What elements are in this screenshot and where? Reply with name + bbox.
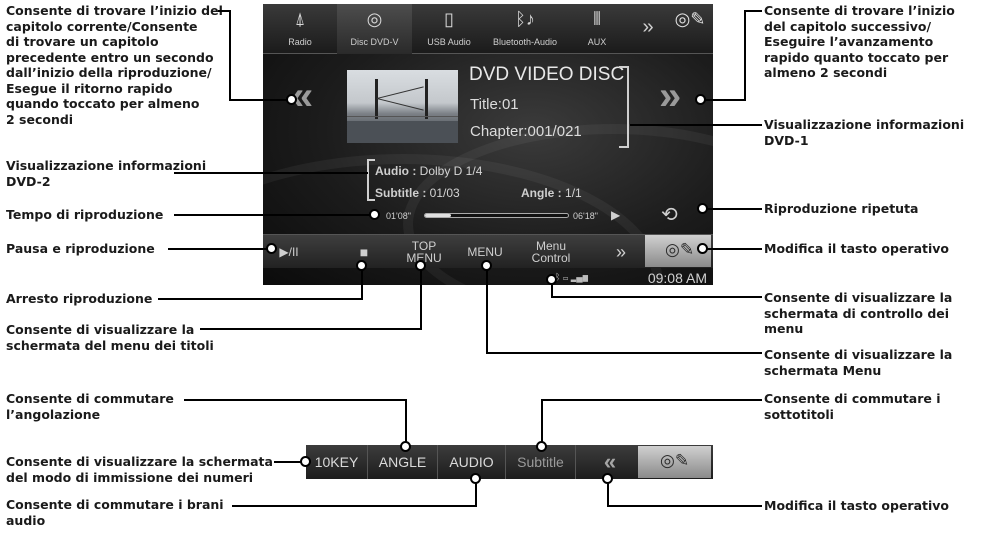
leader-line xyxy=(702,99,746,101)
leader-line xyxy=(705,248,762,250)
leader-line xyxy=(168,248,268,250)
callout-pause-play: Pausa e riproduzione xyxy=(6,241,155,256)
more-sources-button[interactable]: » xyxy=(629,4,667,54)
leader-line xyxy=(232,505,477,507)
progress-bar[interactable] xyxy=(424,213,569,218)
leader-dot xyxy=(697,203,708,214)
callout-previous-chapter: Consente di trovare l’inizio del capitol… xyxy=(6,3,223,127)
chapter-number: Chapter:001/021 xyxy=(470,123,582,140)
disc-icon: ◎ xyxy=(366,9,383,29)
leader-line xyxy=(607,505,762,507)
double-chevron-right-icon: » xyxy=(659,74,681,118)
callout-stop: Arresto riproduzione xyxy=(6,291,153,306)
leader-dot xyxy=(697,243,708,254)
callout-subtitle: Consente di commutare i sottotitoli xyxy=(764,391,941,422)
leader-line xyxy=(420,268,422,330)
leader-line xyxy=(229,99,289,101)
leader-dot xyxy=(536,441,547,452)
subtitle-info: Subtitle : 01/03 xyxy=(375,186,460,200)
aux-connector-icon: ⫴ xyxy=(593,9,601,29)
info1-bracket xyxy=(619,66,629,148)
repeat-button[interactable]: ⟲ xyxy=(661,202,678,227)
menu-control-button[interactable]: Menu Control xyxy=(521,235,581,269)
elapsed-time: 01'08" xyxy=(386,211,411,221)
source-bluetooth[interactable]: ᛒ♪ Bluetooth-Audio xyxy=(485,4,565,54)
leader-dot xyxy=(369,209,380,220)
callout-audio: Consente di commutare i brani audio xyxy=(6,497,224,528)
leader-dot xyxy=(356,260,367,271)
callout-title-menu: Consente di visualizzare la schermata de… xyxy=(6,322,214,353)
source-radio[interactable]: ⍋ Radio xyxy=(265,4,335,54)
disc-wrench-icon: ◎✎ xyxy=(660,451,690,470)
disc-wrench-icon: ◎✎ xyxy=(665,240,695,259)
leader-line xyxy=(174,172,368,174)
leader-line xyxy=(541,399,762,401)
callout-angle: Consente di commutare l’angolazione xyxy=(6,391,174,422)
leader-line xyxy=(361,268,363,300)
dvd-player-screen: ⍋ Radio ◎ Disc DVD-V ▯ USB Audio ᛒ♪ Blue… xyxy=(263,4,713,285)
leader-line xyxy=(744,10,746,100)
alternate-control-bar: 10KEY ANGLE AUDIO Subtitle « ◎✎ xyxy=(306,445,713,479)
leader-line xyxy=(705,208,762,210)
info2-bracket xyxy=(367,159,375,201)
leader-line xyxy=(200,328,422,330)
leader-line xyxy=(486,268,488,354)
title-number: Title:01 xyxy=(470,96,519,113)
leader-line xyxy=(607,480,609,507)
source-usb[interactable]: ▯ USB Audio xyxy=(414,4,484,54)
leader-dot xyxy=(695,94,706,105)
leader-line xyxy=(158,298,363,300)
usb-icon: ▯ xyxy=(444,9,454,29)
next-keys-button[interactable]: » xyxy=(601,235,641,269)
callout-number-input: Consente di visualizzare la schermata de… xyxy=(6,454,273,485)
disc-type-label: DVD VIDEO DISC xyxy=(469,64,625,85)
callout-info1: Visualizzazione informazioni DVD-1 xyxy=(764,117,965,148)
leader-line xyxy=(630,124,762,126)
total-time: 06'18" xyxy=(573,211,598,221)
status-icons: ᛒ ▭ ▂▄▆ xyxy=(555,272,588,282)
next-chapter-button[interactable]: » xyxy=(659,74,681,119)
leader-line xyxy=(184,399,407,401)
leader-line xyxy=(174,214,370,216)
leader-line xyxy=(744,10,762,12)
10key-button[interactable]: 10KEY xyxy=(306,445,368,479)
callout-next-chapter: Consente di trovare l’inizio del capitol… xyxy=(764,3,955,80)
clock: 09:08 AM xyxy=(647,270,707,285)
leader-dot xyxy=(602,473,613,484)
antenna-icon: ⍋ xyxy=(294,9,306,29)
leader-dot xyxy=(415,260,426,271)
repeat-icon: ⟲ xyxy=(661,204,678,226)
setup-button[interactable]: ◎✎ xyxy=(669,4,711,54)
leader-dot xyxy=(400,441,411,452)
change-operation-key-button-2[interactable]: ◎✎ xyxy=(638,446,711,478)
leader-dot xyxy=(470,473,481,484)
leader-line xyxy=(541,399,543,447)
callout-change-key: Modifica il tasto operativo xyxy=(764,241,950,256)
callout-change-key-2: Modifica il tasto operativo xyxy=(764,498,950,513)
callout-repeat: Riproduzione ripetuta xyxy=(764,201,919,216)
leader-dot xyxy=(266,243,277,254)
leader-line xyxy=(551,296,762,298)
callout-menu-screen: Consente di visualizzare la schermata Me… xyxy=(764,347,953,378)
source-aux[interactable]: ⫴ AUX xyxy=(566,4,628,54)
disc-wrench-icon: ◎✎ xyxy=(674,9,706,29)
stop-icon: ■ xyxy=(359,244,369,260)
leader-line xyxy=(475,480,477,507)
callout-menu-control: Consente di visualizzare la schermata di… xyxy=(764,290,953,336)
video-thumbnail xyxy=(347,70,458,143)
leader-line xyxy=(229,10,231,100)
leader-dot xyxy=(300,456,311,467)
source-bar: ⍋ Radio ◎ Disc DVD-V ▯ USB Audio ᛒ♪ Blue… xyxy=(263,4,713,54)
angle-info: Angle : 1/1 xyxy=(521,186,582,200)
leader-dot xyxy=(546,274,557,285)
leader-line xyxy=(405,399,407,447)
source-disc[interactable]: ◎ Disc DVD-V xyxy=(337,4,412,54)
leader-dot xyxy=(481,260,492,271)
callout-play-time: Tempo di riproduzione xyxy=(6,207,164,222)
play-indicator-icon: ▶ xyxy=(611,208,621,222)
bluetooth-music-icon: ᛒ♪ xyxy=(515,9,535,29)
audio-info: Audio : Dolby D 1/4 xyxy=(375,164,483,178)
leader-line xyxy=(486,352,762,354)
leader-dot xyxy=(286,94,297,105)
